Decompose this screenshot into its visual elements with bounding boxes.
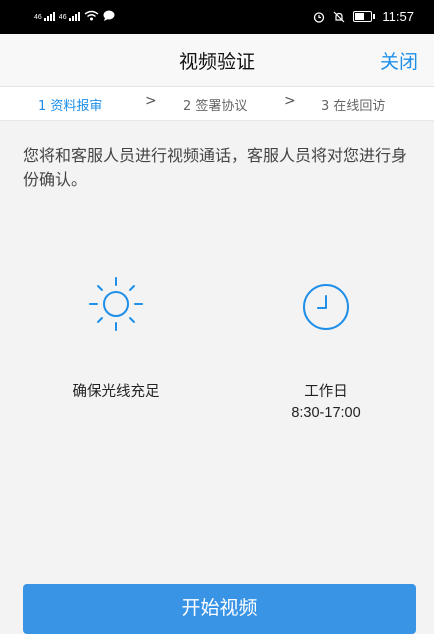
wifi-icon bbox=[84, 10, 99, 21]
step-1-info-review: 1 资料报审 bbox=[38, 99, 103, 114]
instruction-text: 您将和客服人员进行视频通话，客服人员将对您进行身份确认。 bbox=[23, 146, 408, 189]
chat-bubble-icon bbox=[103, 10, 115, 21]
start-video-button[interactable]: 开始视频 bbox=[23, 584, 416, 634]
nav-header: 视频验证 关闭 bbox=[0, 34, 434, 87]
step-separator-chevron-icon: > bbox=[145, 93, 157, 109]
mute-icon bbox=[333, 11, 345, 22]
close-button[interactable]: 关闭 bbox=[380, 47, 418, 74]
feature-working-hours: 工作日 8:30-17:00 bbox=[266, 382, 386, 424]
page-title: 视频验证 bbox=[178, 51, 255, 73]
clock-icon bbox=[303, 284, 349, 330]
signal-strength-icon-2: 46 bbox=[59, 12, 80, 21]
sun-icon bbox=[89, 277, 143, 331]
feature-lighting-label: 确保光线充足 bbox=[72, 384, 160, 400]
alarm-icon bbox=[314, 11, 325, 23]
step-2-sign-agreement: 2 签署协议 bbox=[183, 99, 248, 114]
step-indicator: 1 资料报审 > 2 签署协议 > 3 在线回访 bbox=[0, 87, 434, 121]
feature-lighting: 确保光线充足 bbox=[46, 382, 186, 403]
feature-working-hours-time: 8:30-17:00 bbox=[291, 405, 361, 421]
status-time: 11:57 bbox=[382, 9, 414, 24]
battery-icon bbox=[353, 11, 376, 22]
step-separator-chevron-icon-2: > bbox=[284, 93, 296, 109]
status-bar: 46 46 11:57 bbox=[0, 0, 434, 34]
feature-working-hours-label: 工作日 bbox=[304, 384, 348, 400]
step-3-online-callback: 3 在线回访 bbox=[321, 99, 386, 114]
signal-strength-icon: 46 bbox=[34, 12, 55, 21]
